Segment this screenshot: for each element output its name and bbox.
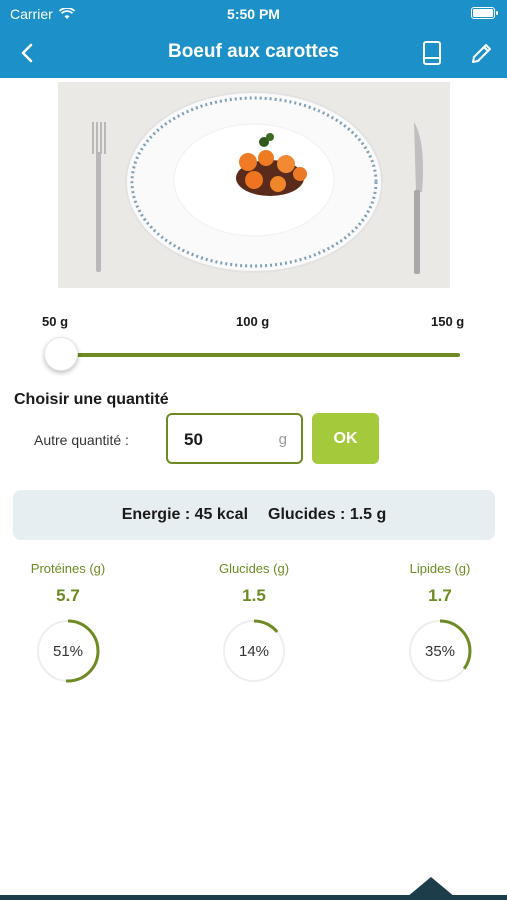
quantity-value: 50	[184, 430, 203, 449]
status-bar: Carrier 5:50 PM	[0, 0, 507, 28]
food-photo	[58, 82, 450, 288]
macro-ring: 14%	[221, 618, 287, 684]
carbs-summary: Glucides : 1.5 g	[268, 506, 387, 523]
macro-lipids: Lipides (g) 1.7 35%	[385, 561, 495, 684]
bottom-tab-indicator[interactable]	[407, 877, 455, 897]
macro-value: 1.7	[428, 586, 452, 605]
scale-label-max: 150 g	[431, 314, 465, 329]
macro-label: Protéines (g)	[30, 561, 106, 576]
macro-label: Lipides (g)	[409, 561, 471, 576]
ok-button[interactable]: OK	[312, 413, 379, 464]
book-button[interactable]	[417, 38, 447, 68]
status-time: 5:50 PM	[227, 6, 280, 22]
quantity-input[interactable]: 50 g	[166, 413, 303, 464]
scale-label-min: 50 g	[42, 314, 69, 329]
macro-percent: 51%	[52, 642, 84, 660]
quantity-label: Autre quantité :	[34, 432, 129, 448]
scale-label-mid: 100 g	[236, 314, 270, 329]
nutrition-summary: Energie : 45 kcal Glucides : 1.5 g	[13, 490, 495, 540]
battery-icon	[471, 7, 498, 19]
pencil-icon	[472, 44, 491, 63]
macro-proteins: Protéines (g) 5.7 51%	[13, 561, 123, 684]
macro-carbs: Glucides (g) 1.5 14%	[199, 561, 309, 684]
macro-ring: 35%	[407, 618, 473, 684]
quantity-unit: g	[278, 431, 287, 448]
macro-percent: 35%	[424, 642, 456, 660]
slider-track[interactable]	[62, 353, 460, 357]
bottom-bar	[0, 895, 507, 900]
macro-value: 1.5	[242, 586, 266, 605]
macro-label: Glucides (g)	[218, 561, 290, 576]
edit-button[interactable]	[467, 38, 497, 68]
macro-value: 5.7	[56, 586, 80, 605]
quantity-section-title: Choisir une quantité	[14, 391, 169, 408]
book-icon	[423, 41, 441, 65]
macro-percent: 14%	[238, 642, 270, 660]
energy-summary: Energie : 45 kcal	[121, 506, 249, 523]
slider-thumb[interactable]	[44, 337, 78, 371]
macro-ring: 51%	[35, 618, 101, 684]
slider-scale: 50 g 100 g 150 g	[0, 314, 507, 332]
nav-bar: Boeuf aux carottes	[0, 28, 507, 78]
